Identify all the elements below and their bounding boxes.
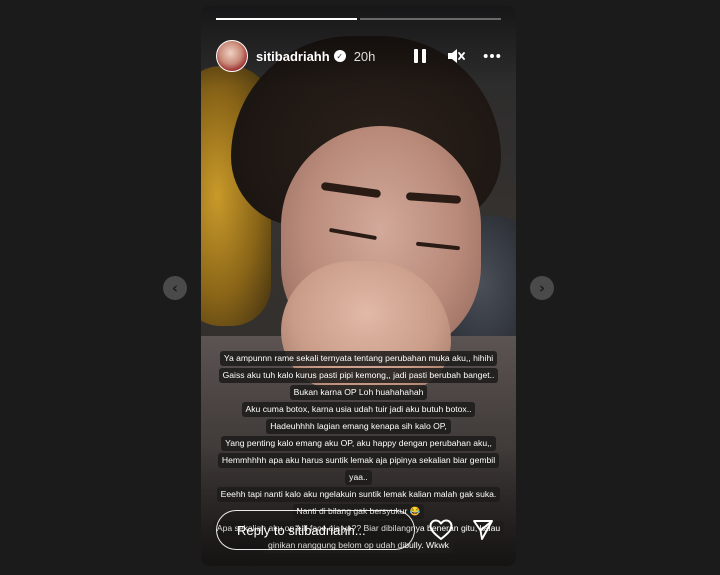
send-icon (473, 520, 493, 540)
avatar[interactable] (216, 40, 248, 72)
caption-line: Ya ampunnn rame sekali ternyata tentang … (219, 351, 498, 366)
caption-line: Bukan karna OP Loh huahahahah (289, 385, 428, 400)
mute-button[interactable] (447, 47, 465, 65)
caption-line: Aku cuma botox, karna usia udah tuir jad… (241, 402, 476, 417)
share-button[interactable] (471, 518, 495, 542)
progress-segment (360, 18, 501, 20)
pause-button[interactable] (411, 47, 429, 65)
chevron-left-icon: ‹ (171, 279, 179, 297)
caption-line: Hemmhhhh apa aku harus suntik lemak aja … (217, 453, 500, 468)
progress-segment (216, 18, 357, 20)
reply-input[interactable] (216, 510, 415, 550)
chevron-right-icon: › (538, 279, 546, 297)
verified-badge-icon: ✓ (333, 50, 346, 62)
heart-icon (429, 519, 453, 540)
story-controls (411, 47, 501, 65)
caption-line: yaa.. (345, 470, 372, 485)
more-options-icon (483, 54, 501, 58)
story-header: sitibadriahh ✓ 20h (216, 38, 501, 74)
like-button[interactable] (429, 518, 453, 542)
caption-line: Eeehh tapi nanti kalo aku ngelakuin sunt… (216, 487, 501, 502)
caption-line: Hadeuhhhh lagian emang kenapa sih kalo O… (266, 419, 451, 434)
caption-line: Gaiss aku tuh kalo kurus pasti pipi kemo… (218, 368, 499, 383)
story-viewer: ‹ › sitibadriahh ✓ 20h Ya ampunnn rame s… (0, 0, 720, 575)
story-progress-bar (216, 18, 501, 20)
story-frame[interactable]: sitibadriahh ✓ 20h Ya ampunnn rame sekal… (201, 6, 516, 566)
muted-speaker-icon (448, 49, 465, 63)
reply-bar (216, 510, 501, 550)
progress-fill (216, 18, 357, 20)
previous-story-button[interactable]: ‹ (163, 276, 187, 300)
reply-actions (429, 518, 495, 542)
caption-line: Yang penting kalo emang aku OP, aku happ… (221, 436, 496, 451)
username-link[interactable]: sitibadriahh (256, 49, 330, 64)
pause-icon (414, 49, 426, 63)
next-story-button[interactable]: › (530, 276, 554, 300)
story-timestamp: 20h (353, 48, 376, 64)
more-options-button[interactable] (483, 47, 501, 65)
